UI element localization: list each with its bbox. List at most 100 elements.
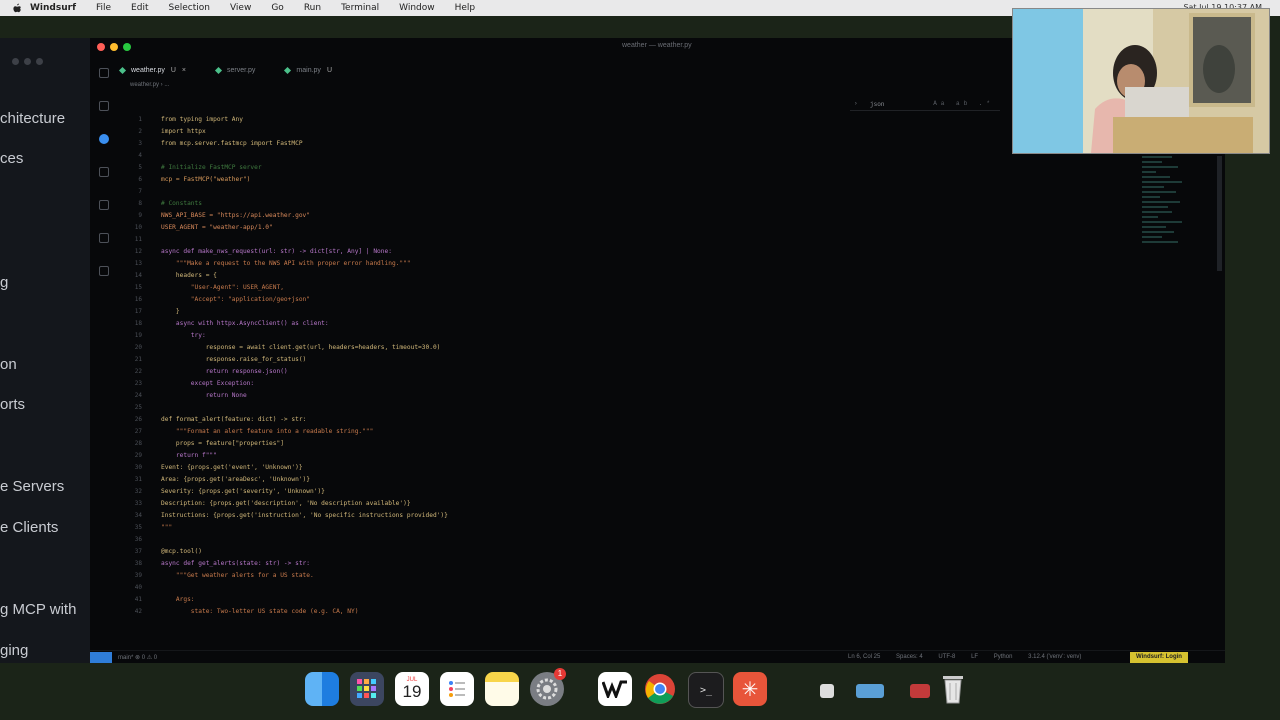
apple-logo-icon[interactable] <box>12 3 22 13</box>
line-number[interactable]: 11 <box>128 236 142 243</box>
minimap[interactable] <box>1142 156 1186 266</box>
line-number[interactable]: 1 <box>128 116 142 123</box>
remote-icon[interactable] <box>99 233 109 243</box>
nav-item[interactable]: chitecture <box>0 110 65 127</box>
nav-item[interactable]: orts <box>0 396 25 413</box>
line-number[interactable]: 37 <box>128 548 142 555</box>
minimized-window-thumb[interactable] <box>910 684 930 698</box>
line-number[interactable]: 21 <box>128 356 142 363</box>
line-number[interactable]: 13 <box>128 260 142 267</box>
close-window-button[interactable] <box>97 43 105 51</box>
search-icon[interactable] <box>99 101 109 111</box>
code-line[interactable]: Severity: {props.get('severity', 'Unknow… <box>161 488 325 495</box>
nav-item[interactable]: ging <box>0 642 28 659</box>
line-number[interactable]: 28 <box>128 440 142 447</box>
code-line[interactable]: state: Two-letter US state code (e.g. CA… <box>161 608 359 615</box>
encoding[interactable]: UTF-8 <box>938 654 955 660</box>
code-line[interactable]: return f""" <box>161 452 217 459</box>
remote-indicator-icon[interactable] <box>90 652 112 663</box>
code-line[interactable]: """Get weather alerts for a US state. <box>161 572 314 579</box>
line-number[interactable]: 20 <box>128 344 142 351</box>
chrome-icon[interactable] <box>643 672 677 706</box>
code-line[interactable]: USER_AGENT = "weather-app/1.0" <box>161 224 273 231</box>
code-line[interactable]: headers = { <box>161 272 217 279</box>
line-number[interactable]: 40 <box>128 584 142 591</box>
line-number[interactable]: 7 <box>128 188 142 195</box>
line-number[interactable]: 23 <box>128 380 142 387</box>
code-line[interactable]: NWS_API_BASE = "https://api.weather.gov" <box>161 212 310 219</box>
line-number[interactable]: 26 <box>128 416 142 423</box>
line-number[interactable]: 34 <box>128 512 142 519</box>
line-number[interactable]: 12 <box>128 248 142 255</box>
line-number[interactable]: 41 <box>128 596 142 603</box>
code-line[interactable]: Instructions: {props.get('instruction', … <box>161 512 448 519</box>
system-settings-icon[interactable]: 1 <box>530 668 566 706</box>
language-mode[interactable]: Python <box>994 654 1013 660</box>
code-line[interactable]: def format_alert(feature: dict) -> str: <box>161 416 306 423</box>
code-line[interactable]: "Accept": "application/geo+json" <box>161 296 310 303</box>
nav-item[interactable]: e Servers <box>0 478 64 495</box>
line-number[interactable]: 24 <box>128 392 142 399</box>
code-line[interactable]: Args: <box>161 596 195 603</box>
run-debug-icon[interactable] <box>99 167 109 177</box>
windsurf-login-button[interactable]: Windsurf: Login <box>1130 652 1188 663</box>
line-number[interactable]: 33 <box>128 500 142 507</box>
find-widget[interactable]: › json Aa ab .* <box>850 100 1000 111</box>
line-number[interactable]: 38 <box>128 560 142 567</box>
find-options[interactable]: Aa ab .* <box>933 100 994 107</box>
code-line[interactable]: Event: {props.get('event', 'Unknown')} <box>161 464 303 471</box>
code-line[interactable]: # Constants <box>161 200 202 207</box>
code-line[interactable]: async def get_alerts(state: str) -> str: <box>161 560 310 567</box>
claude-app-icon[interactable]: ✳ <box>733 672 767 706</box>
tab-weather-py[interactable]: weather.py U × <box>118 64 186 76</box>
code-line[interactable]: from typing import Any <box>161 116 243 123</box>
line-number[interactable]: 8 <box>128 200 142 207</box>
nav-item[interactable]: e Clients <box>0 519 58 536</box>
line-number[interactable]: 14 <box>128 272 142 279</box>
line-ending[interactable]: LF <box>971 654 978 660</box>
menu-selection[interactable]: Selection <box>168 3 209 13</box>
git-branch-status[interactable]: main* ⊗ 0 ⚠ 0 <box>118 654 157 661</box>
code-line[interactable]: response.raise_for_status() <box>161 356 307 363</box>
nav-item[interactable]: ces <box>0 150 23 167</box>
windsurf-app-icon[interactable] <box>598 672 632 706</box>
vertical-scrollbar[interactable] <box>1217 156 1222 271</box>
line-number[interactable]: 3 <box>128 140 142 147</box>
code-line[interactable]: return None <box>161 392 247 399</box>
terminal-icon[interactable]: >_ <box>688 672 724 708</box>
code-line[interactable]: } <box>161 308 180 315</box>
menu-edit[interactable]: Edit <box>131 3 148 13</box>
line-number[interactable]: 16 <box>128 296 142 303</box>
code-line[interactable]: return response.json() <box>161 368 288 375</box>
explorer-icon[interactable] <box>99 68 109 78</box>
nav-item[interactable]: g <box>0 274 8 291</box>
testing-icon[interactable] <box>99 266 109 276</box>
menu-window[interactable]: Window <box>399 3 435 13</box>
line-number[interactable]: 36 <box>128 536 142 543</box>
code-line[interactable]: try: <box>161 332 206 339</box>
python-interpreter[interactable]: 3.12.4 ('venv': venv) <box>1028 654 1081 660</box>
code-line[interactable]: async with httpx.AsyncClient() as client… <box>161 320 329 327</box>
chevron-right-icon[interactable]: › <box>854 100 858 107</box>
code-line[interactable]: except Exception: <box>161 380 254 387</box>
menu-file[interactable]: File <box>96 3 111 13</box>
cursor-position[interactable]: Ln 6, Col 25 <box>848 654 880 660</box>
code-line[interactable]: props = feature["properties"] <box>161 440 284 447</box>
extensions-icon[interactable] <box>99 200 109 210</box>
minimized-window-thumb[interactable] <box>856 684 884 698</box>
code-line[interactable]: from mcp.server.fastmcp import FastMCP <box>161 140 303 147</box>
nav-item[interactable]: g MCP with <box>0 601 76 618</box>
line-number[interactable]: 2 <box>128 128 142 135</box>
line-number[interactable]: 9 <box>128 212 142 219</box>
code-line[interactable]: @mcp.tool() <box>161 548 202 555</box>
line-number[interactable]: 15 <box>128 284 142 291</box>
line-number[interactable]: 10 <box>128 224 142 231</box>
tab-server-py[interactable]: server.py <box>214 64 255 76</box>
code-line[interactable]: Description: {props.get('description', '… <box>161 500 411 507</box>
code-line[interactable]: response = await client.get(url, headers… <box>161 344 441 351</box>
close-icon[interactable]: × <box>182 67 186 74</box>
code-line[interactable]: # Initialize FastMCP server <box>161 164 262 171</box>
minimize-window-button[interactable] <box>110 43 118 51</box>
reminders-icon[interactable] <box>440 672 474 706</box>
background-window[interactable]: chitecture ces g on orts e Servers e Cli… <box>0 38 96 663</box>
